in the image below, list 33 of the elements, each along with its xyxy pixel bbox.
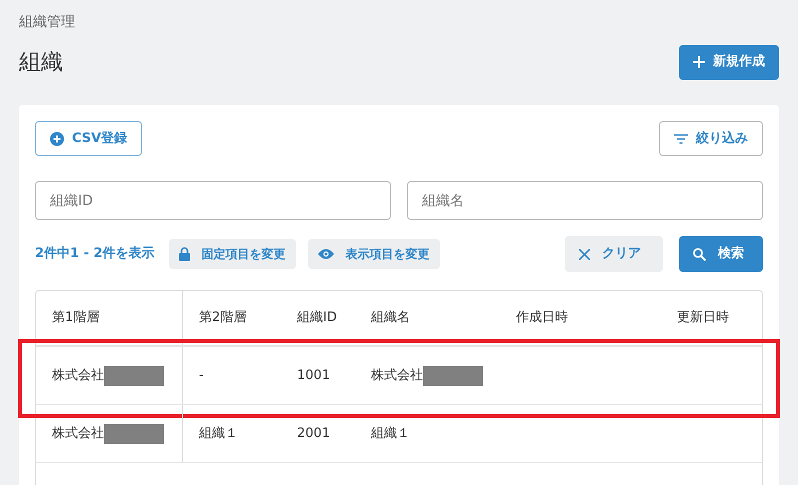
new-button[interactable]: 新規作成 <box>679 44 779 80</box>
eye-icon <box>318 249 334 259</box>
table-cell-text: 組織１ <box>199 424 238 443</box>
visible-columns-button[interactable]: 表示項目を変更 <box>308 239 440 269</box>
column-header: 組織ID <box>297 309 337 328</box>
close-icon <box>579 248 590 260</box>
table-cell-text: - <box>199 366 204 385</box>
table-cell-text: 株式会社 <box>52 366 104 385</box>
plus-icon <box>693 56 705 68</box>
table-cell-text: 1001 <box>297 366 330 385</box>
csv-button[interactable]: CSV登録 <box>35 121 142 156</box>
column-header: 更新日時 <box>677 309 729 328</box>
column-header: 作成日時 <box>516 309 568 328</box>
page-title: 組織 <box>19 48 63 76</box>
plus-circle-icon <box>50 132 64 146</box>
table-cell-text: 組織１ <box>371 424 410 443</box>
column-header: 第1階層 <box>52 309 100 328</box>
result-count: 2件中1 - 2件を表示 <box>35 245 155 264</box>
input-field[interactable]: 組織名 <box>407 181 763 220</box>
fixed-columns-button[interactable]: 固定項目を変更 <box>168 239 296 269</box>
table-cell-text: 2001 <box>297 424 330 443</box>
column-header: 第2階層 <box>199 309 246 328</box>
clear-button[interactable]: クリア <box>565 236 663 272</box>
filter-icon <box>674 134 688 144</box>
filter-button[interactable]: 絞り込み <box>659 121 763 156</box>
input-field[interactable]: 組織ID <box>35 181 391 220</box>
breadcrumb: 組織管理 <box>19 13 76 32</box>
column-header: 組織名 <box>371 309 410 328</box>
table-cell-text: 株式会社 <box>371 366 423 385</box>
lock-icon <box>178 247 190 261</box>
table-cell-text: 株式会社 <box>52 424 104 443</box>
search-icon <box>693 248 706 260</box>
search-button[interactable]: 検索 <box>679 236 763 272</box>
